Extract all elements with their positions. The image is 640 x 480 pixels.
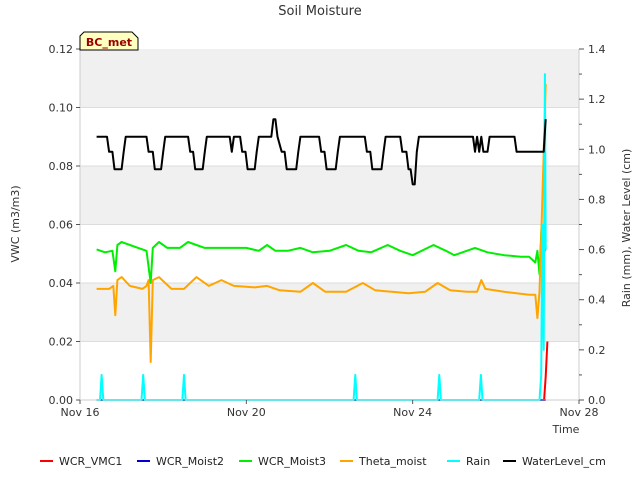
legend-label: Theta_moist <box>358 455 427 468</box>
x-tick-label: Nov 24 <box>393 406 432 419</box>
legend-label: WCR_VMC1 <box>59 455 122 468</box>
legend-label: WaterLevel_cm <box>522 455 606 468</box>
y-axis-label-right: Rain (mm), Water Level (cm) <box>620 149 633 308</box>
x-tick-label: Nov 16 <box>61 406 100 419</box>
legend: WCR_VMC1 WCR_Moist2 WCR_Moist3 Theta_moist R… <box>40 455 606 468</box>
x-tick-label: Nov 28 <box>560 406 599 419</box>
y-right-tick-label: 1.2 <box>588 93 606 106</box>
y-right-tick-label: 0.2 <box>588 344 606 357</box>
soil-moisture-chart: 0.000.020.040.060.080.100.120.00.20.40.6… <box>9 4 633 468</box>
legend-label: WCR_Moist3 <box>258 455 326 468</box>
legend-label: Rain <box>466 455 490 468</box>
y-right-tick-label: 0.6 <box>588 244 606 257</box>
y-right-tick-label: 1.0 <box>588 143 606 156</box>
plot-background-bands <box>80 49 579 400</box>
x-tick-label: Nov 20 <box>227 406 266 419</box>
grid-band <box>80 166 579 225</box>
y-right-tick-label: 0.8 <box>588 193 606 206</box>
y-left-tick-label: 0.06 <box>49 219 74 232</box>
y-axis-label-left: VWC (m3/m3) <box>9 185 22 262</box>
legend-label: WCR_Moist2 <box>156 455 224 468</box>
chart-title: Soil Moisture <box>278 4 362 19</box>
station-badge-label: BC_met <box>86 36 132 49</box>
y-left-tick-label: 0.02 <box>49 336 74 349</box>
station-badge: BC_met <box>79 31 139 51</box>
y-left-tick-label: 0.10 <box>49 102 74 115</box>
y-left-tick-label: 0.04 <box>49 277 74 290</box>
grid-band <box>80 49 579 108</box>
y-left-tick-label: 0.12 <box>49 43 74 56</box>
y-left-tick-label: 0.08 <box>49 160 74 173</box>
y-right-tick-label: 0.4 <box>588 294 606 307</box>
x-axis-label: Time <box>552 423 580 436</box>
y-right-tick-label: 1.4 <box>588 43 606 56</box>
